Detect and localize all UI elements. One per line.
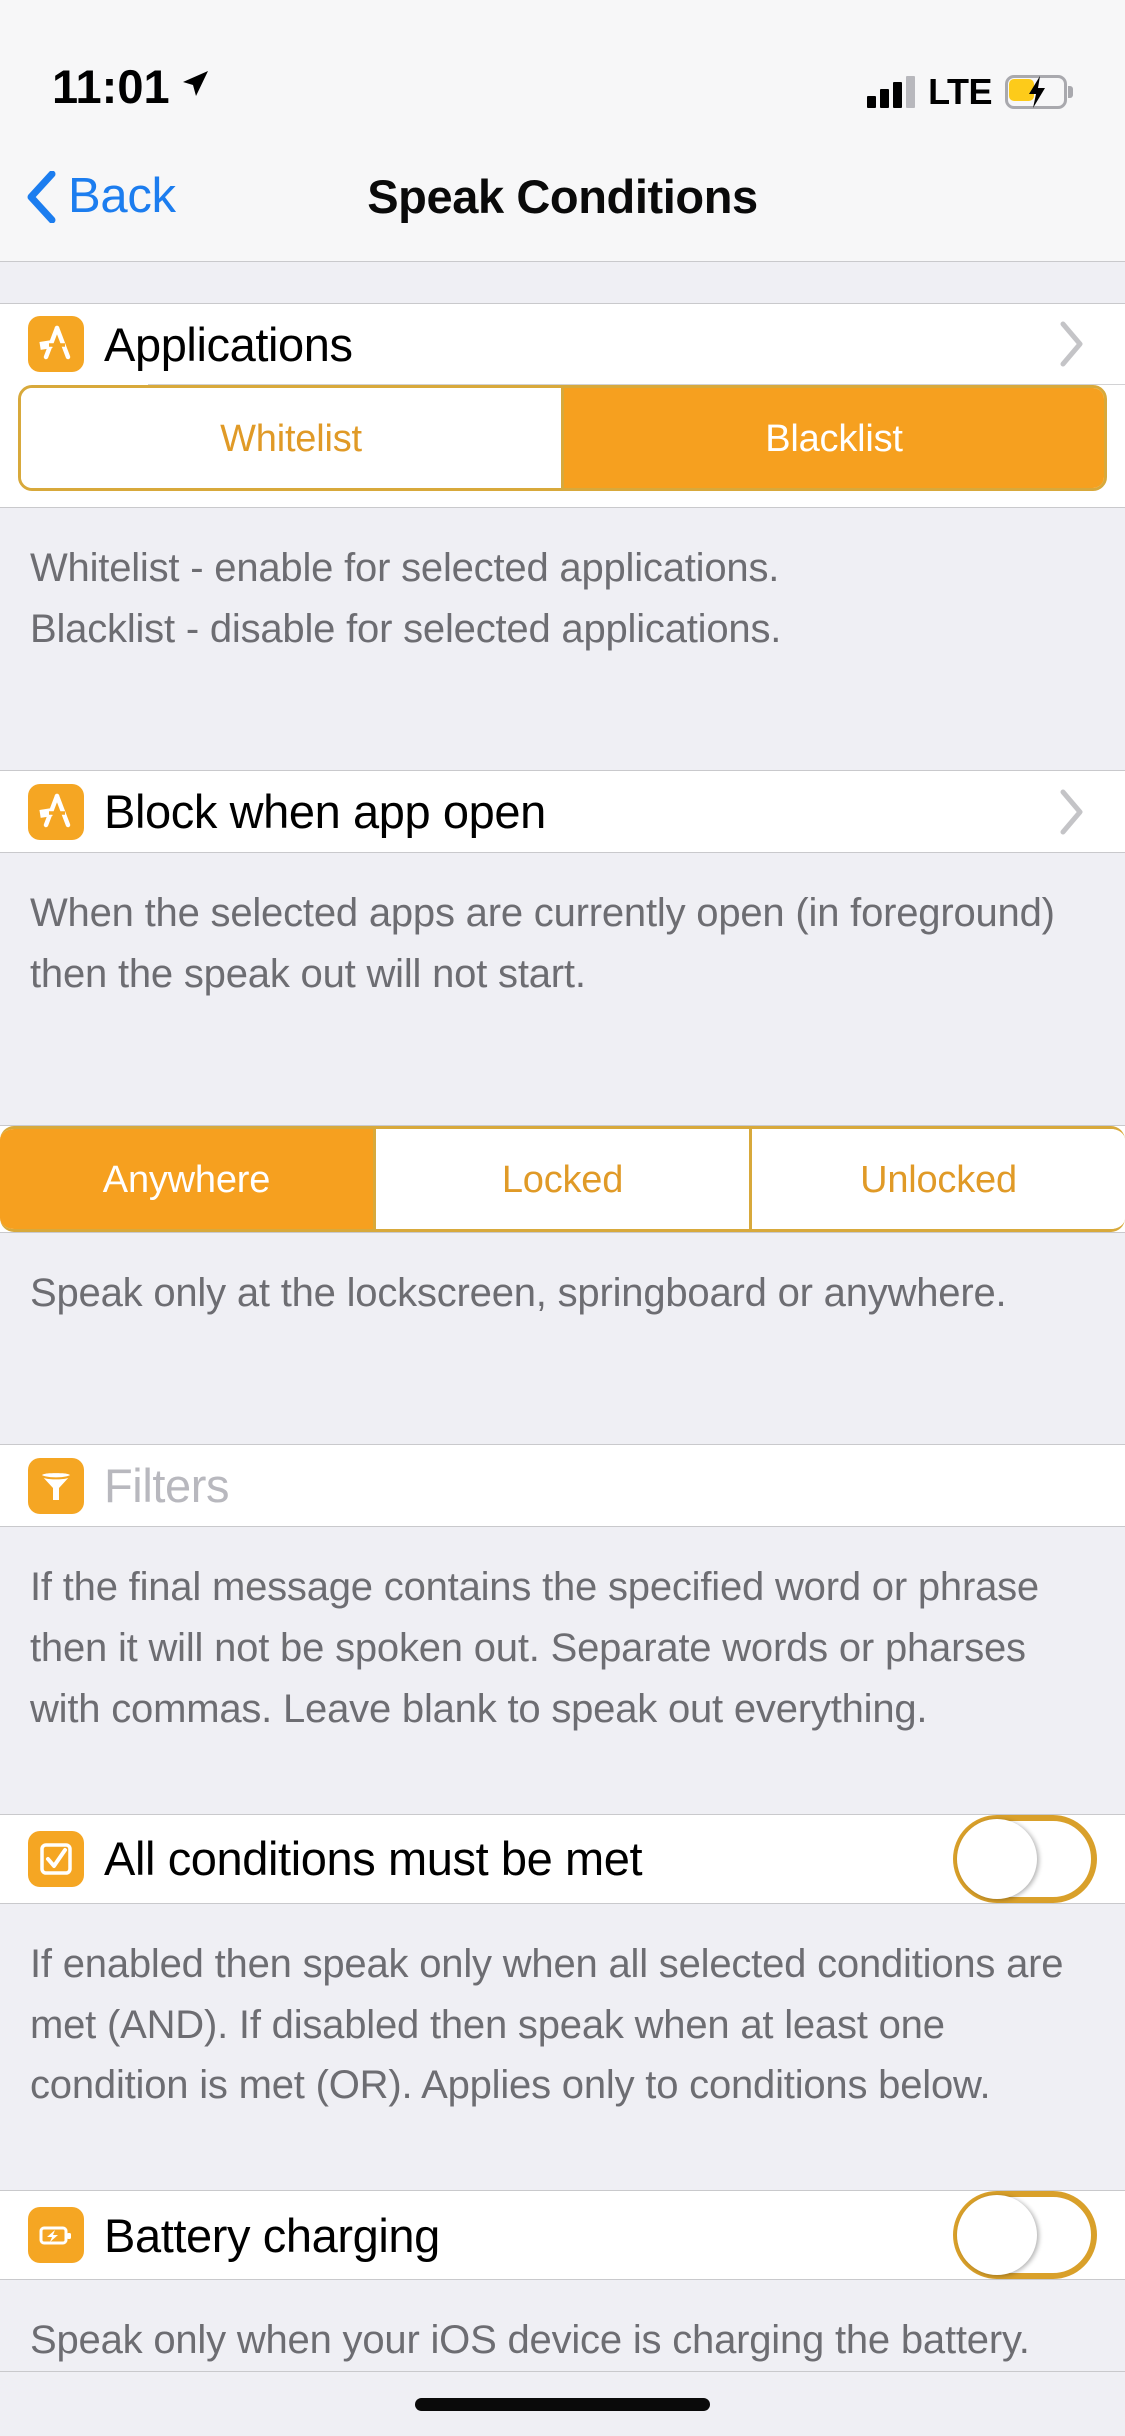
checkbox-checked-icon	[28, 1830, 84, 1887]
footer-filters: If the final message contains the specif…	[0, 1526, 1125, 1815]
footer-all-conditions-text: If enabled then speak only when all sele…	[30, 1941, 1064, 2108]
segment-whitelist[interactable]: Whitelist	[21, 388, 564, 489]
footer-location-state: Speak only at the lockscreen, springboar…	[0, 1231, 1125, 1445]
home-indicator[interactable]	[415, 2397, 710, 2411]
row-all-conditions-must-be-met[interactable]: All conditions must be met	[0, 1814, 1125, 1903]
row-block-when-app-open[interactable]: Block when app open	[0, 770, 1125, 853]
row-filters[interactable]: Filters	[0, 1444, 1125, 1527]
status-bar-left: 11:01	[52, 63, 210, 110]
footer-list-mode-line2: Blacklist - disable for selected applica…	[30, 606, 782, 651]
top-spacer	[0, 262, 1125, 304]
back-button-label: Back	[68, 169, 176, 223]
status-bar: 11:01 LTE	[0, 0, 1125, 132]
toggle-knob	[957, 1818, 1037, 1899]
footer-location-state-text: Speak only at the lockscreen, springboar…	[30, 1270, 1007, 1315]
phone-screen: 11:01 LTE Back Speak Conditions Applicat…	[0, 0, 1125, 2436]
footer-block-text: When the selected apps are currently ope…	[30, 891, 1055, 997]
segment-blacklist[interactable]: Blacklist	[564, 388, 1104, 489]
battery-charging-icon	[1005, 75, 1073, 109]
row-separator	[148, 384, 1125, 386]
app-store-icon	[28, 316, 84, 373]
chevron-left-icon	[27, 170, 56, 223]
footer-list-mode-line1: Whitelist - enable for selected applicat…	[30, 546, 780, 591]
footer-battery-charging-text: Speak only when your iOS device is charg…	[30, 2318, 1030, 2363]
list-mode-segmented-control-wrap: Whitelist Blacklist	[0, 385, 1125, 508]
row-all-conditions-label: All conditions must be met	[104, 1832, 643, 1886]
status-bar-right: LTE	[867, 74, 1073, 110]
app-store-icon	[28, 783, 84, 840]
segment-locked[interactable]: Locked	[376, 1128, 752, 1229]
all-conditions-toggle[interactable]	[953, 1814, 1097, 1903]
row-applications-label: Applications	[104, 317, 353, 371]
footer-block-when-app-open: When the selected apps are currently ope…	[0, 852, 1125, 1126]
navigation-bar: Back Speak Conditions	[0, 132, 1125, 262]
location-state-segmented-control-wrap: Anywhere Locked Unlocked	[0, 1125, 1125, 1232]
network-type-label: LTE	[928, 71, 992, 112]
row-battery-charging-label: Battery charging	[104, 2208, 440, 2262]
cellular-signal-bars-icon	[867, 76, 916, 108]
battery-bolt-icon	[28, 2207, 84, 2264]
list-mode-segmented-control[interactable]: Whitelist Blacklist	[18, 385, 1107, 492]
settings-list[interactable]: Applications Whitelist Blacklist Whiteli…	[0, 262, 1125, 2372]
footer-list-mode: Whitelist - enable for selected applicat…	[0, 507, 1125, 771]
footer-filters-text: If the final message contains the specif…	[30, 1565, 1039, 1731]
row-applications[interactable]: Applications	[0, 303, 1125, 386]
row-battery-charging[interactable]: Battery charging	[0, 2191, 1125, 2280]
row-block-when-app-open-label: Block when app open	[104, 785, 546, 839]
footer-all-conditions: If enabled then speak only when all sele…	[0, 1902, 1125, 2192]
funnel-filter-icon	[28, 1457, 84, 1514]
location-state-segmented-control[interactable]: Anywhere Locked Unlocked	[0, 1125, 1125, 1232]
segment-anywhere[interactable]: Anywhere	[0, 1128, 376, 1229]
back-button[interactable]: Back	[0, 132, 176, 261]
chevron-right-icon	[1060, 321, 1083, 367]
segment-unlocked[interactable]: Unlocked	[752, 1128, 1125, 1229]
location-arrow-icon	[182, 70, 208, 96]
filters-input[interactable]: Filters	[104, 1462, 1097, 1509]
status-bar-clock: 11:01	[52, 60, 170, 113]
toggle-knob	[957, 2195, 1037, 2276]
footer-battery-charging: Speak only when your iOS device is charg…	[0, 2279, 1125, 2372]
chevron-right-icon	[1060, 789, 1083, 835]
battery-charging-toggle[interactable]	[953, 2191, 1097, 2280]
home-indicator-area	[0, 2372, 1125, 2436]
